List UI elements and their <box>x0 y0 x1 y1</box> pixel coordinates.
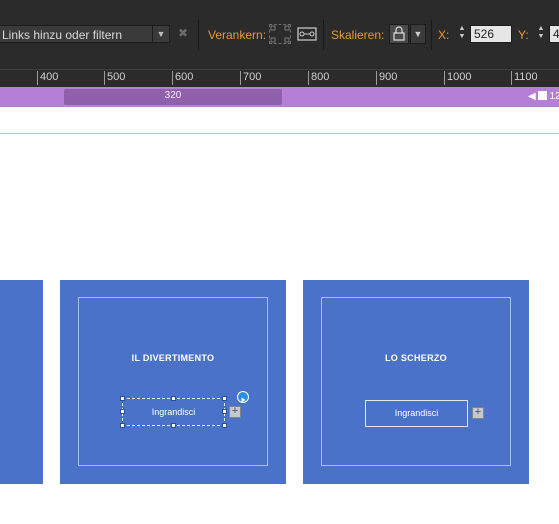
play-state-icon[interactable] <box>237 391 249 403</box>
ruler-tick: 800 <box>308 71 329 85</box>
selection-handle[interactable] <box>120 423 125 428</box>
ruler-tick: 500 <box>104 71 125 85</box>
dropdown-arrow-icon[interactable]: ▼ <box>152 26 169 42</box>
ruler-tick: 700 <box>240 71 261 85</box>
breakpoint-active-label: 320 <box>164 90 182 101</box>
scale-lock-icon[interactable] <box>389 24 409 44</box>
ingrandisci-button-selected[interactable]: Ingrandisci <box>122 398 225 426</box>
card-lo-scherzo[interactable]: LO SCHERZO Ingrandisci + <box>303 280 529 484</box>
toolbar-divider <box>323 20 324 50</box>
selection-handle[interactable] <box>222 423 227 428</box>
anchor-grid-icon[interactable] <box>269 24 291 44</box>
ruler-tick: 1100 <box>511 71 538 85</box>
ruler-tick: 400 <box>37 71 58 85</box>
ruler-tick: 900 <box>376 71 397 85</box>
breakpoint-marker[interactable]: ◀ 12 <box>528 91 559 102</box>
breakpoint-handle-icon[interactable] <box>537 91 547 100</box>
card-il-divertimento[interactable]: IL DIVERTIMENTO Ingrandisci + <box>60 280 286 484</box>
anchor-label: Verankern: <box>208 28 267 42</box>
breakpoint-marker-label: 12 <box>549 91 559 102</box>
scale-label: Skalieren: <box>331 28 385 42</box>
breakpoint-bar[interactable]: 320 ◀ 12 <box>0 87 559 107</box>
x-value-field[interactable]: 526 <box>470 25 512 43</box>
link-filter-placeholder: Links hinzu oder filtern <box>2 28 123 42</box>
card-frame <box>78 297 268 466</box>
breakpoint-active-range[interactable]: 320 <box>64 89 282 105</box>
y-value-field[interactable]: 4 <box>549 25 559 43</box>
selection-handle[interactable] <box>120 409 125 414</box>
horizontal-ruler[interactable]: 400 500 600 700 800 900 1000 1100 <box>0 69 559 87</box>
toolbar-divider <box>431 20 432 50</box>
selection-handle[interactable] <box>222 396 227 401</box>
y-spin-arrows-icon[interactable]: ▲ ▼ <box>534 25 548 43</box>
selection-handle[interactable] <box>120 396 125 401</box>
ruler-tick: 600 <box>172 71 193 85</box>
guide-line[interactable] <box>0 133 559 134</box>
y-label: Y: <box>518 28 529 42</box>
card-partial[interactable] <box>0 280 43 484</box>
clear-x-icon[interactable]: ✖ <box>178 26 188 40</box>
card-title: IL DIVERTIMENTO <box>131 353 215 363</box>
ingrandisci-button[interactable]: Ingrandisci <box>365 400 468 427</box>
ruler-tick: 1000 <box>444 71 471 85</box>
x-spin-arrows-icon[interactable]: ▲ ▼ <box>455 25 469 43</box>
selection-handle[interactable] <box>171 423 176 428</box>
card-title: LO SCHERZO <box>384 353 447 363</box>
toolbar-divider <box>198 20 199 50</box>
link-filter-input[interactable]: Links hinzu oder filtern ▼ <box>0 25 170 43</box>
selection-handle[interactable] <box>222 409 227 414</box>
selection-handle[interactable] <box>171 396 176 401</box>
anchor-link-icon[interactable] <box>296 24 318 44</box>
scale-dropdown-arrow-icon[interactable]: ▼ <box>410 24 426 44</box>
x-label: X: <box>438 28 450 42</box>
add-state-plus-icon[interactable]: + <box>472 407 484 419</box>
card-frame <box>321 297 511 466</box>
control-toolbar: Links hinzu oder filtern ▼ ✖ Verankern: … <box>0 0 559 69</box>
add-state-plus-icon[interactable]: + <box>229 406 241 418</box>
